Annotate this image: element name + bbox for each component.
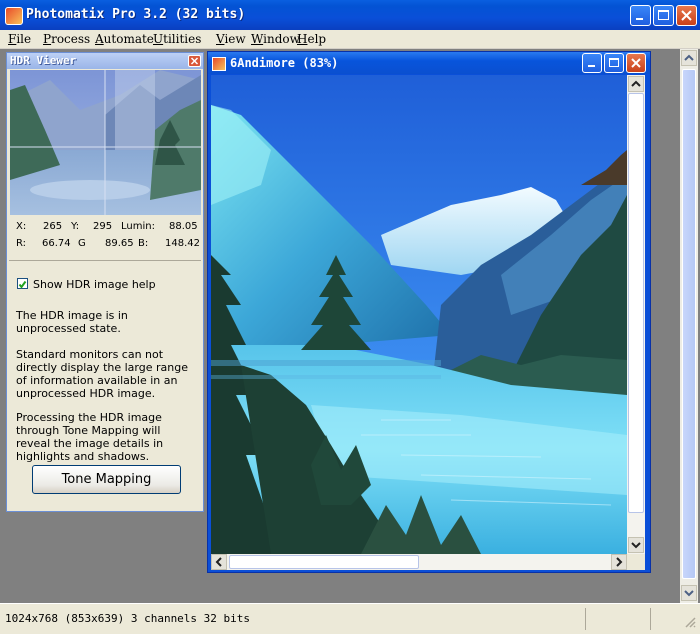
divider bbox=[9, 260, 201, 261]
app-icon[interactable] bbox=[5, 7, 23, 25]
image-horizontal-scrollbar[interactable] bbox=[211, 554, 627, 570]
status-separator bbox=[650, 608, 651, 630]
hdr-viewer-title: HDR Viewer bbox=[10, 54, 77, 67]
menu-view[interactable]: View bbox=[216, 32, 246, 46]
image-scroll-right-button[interactable] bbox=[611, 554, 627, 570]
close-button[interactable] bbox=[676, 5, 697, 26]
image-vertical-thumb[interactable] bbox=[628, 93, 644, 513]
hdr-viewer-panel: HDR Viewer X: 265 Y: 295 Lumin: 88.05 R:… bbox=[6, 52, 204, 512]
app-title-bar[interactable]: Photomatix Pro 3.2 (32 bits) bbox=[0, 0, 700, 30]
menu-file[interactable]: File bbox=[8, 32, 31, 46]
hdr-viewer-close-button[interactable] bbox=[188, 55, 201, 67]
image-window-title-bar[interactable]: 6Andimore (83%) bbox=[208, 52, 650, 74]
b-label: B: bbox=[138, 238, 149, 249]
x-value: 265 bbox=[43, 221, 63, 232]
show-help-checkbox[interactable] bbox=[17, 278, 28, 289]
menu-bar: File Process Automate Utilities View Win… bbox=[0, 30, 700, 49]
help-text-processing: Processing the HDR image through Tone Ma… bbox=[16, 411, 164, 463]
g-value: 89.65 bbox=[105, 238, 134, 249]
status-separator bbox=[585, 608, 586, 630]
image-minimize-button[interactable] bbox=[582, 53, 602, 73]
image-maximize-button[interactable] bbox=[604, 53, 624, 73]
image-vertical-scrollbar[interactable] bbox=[627, 75, 645, 554]
image-scroll-up-button[interactable] bbox=[628, 76, 644, 92]
lumin-value: 88.05 bbox=[169, 221, 198, 232]
hdr-viewer-title-bar[interactable]: HDR Viewer bbox=[7, 53, 203, 69]
image-window-title: 6Andimore (83%) bbox=[230, 56, 339, 70]
image-window: 6Andimore (83%) bbox=[207, 51, 651, 573]
image-horizontal-thumb[interactable] bbox=[229, 555, 419, 569]
y-value: 295 bbox=[93, 221, 113, 232]
r-value: 66.74 bbox=[42, 238, 71, 249]
image-window-icon[interactable] bbox=[212, 57, 226, 71]
lumin-label: Lumin: bbox=[121, 221, 155, 232]
status-text: 1024x768 (853x639) 3 channels 32 bits bbox=[5, 612, 251, 625]
menu-utilities[interactable]: Utilities bbox=[153, 32, 201, 46]
image-scroll-left-button[interactable] bbox=[211, 554, 227, 570]
help-text-monitors: Standard monitors can not directly displ… bbox=[16, 348, 188, 400]
tone-mapping-button[interactable]: Tone Mapping bbox=[32, 465, 181, 494]
workspace-scrollbar[interactable] bbox=[680, 49, 698, 603]
hdr-preview-thumbnail[interactable] bbox=[10, 70, 201, 215]
status-bar: 1024x768 (853x639) 3 channels 32 bits bbox=[0, 603, 700, 634]
menu-process[interactable]: Process bbox=[43, 32, 90, 46]
resize-grip-icon[interactable] bbox=[684, 616, 696, 628]
maximize-button[interactable] bbox=[653, 5, 674, 26]
menu-automate[interactable]: Automate bbox=[95, 32, 154, 46]
minimize-button[interactable] bbox=[630, 5, 651, 26]
b-value: 148.42 bbox=[165, 238, 200, 249]
menu-help[interactable]: Help bbox=[297, 32, 326, 46]
image-close-button[interactable] bbox=[626, 53, 646, 73]
image-scroll-down-button[interactable] bbox=[628, 537, 644, 553]
app-title: Photomatix Pro 3.2 (32 bits) bbox=[26, 7, 246, 22]
scroll-down-button[interactable] bbox=[681, 585, 697, 601]
menu-window[interactable]: Window bbox=[251, 32, 300, 46]
help-text-state: The HDR image is in unprocessed state. bbox=[16, 309, 128, 335]
scroll-up-button[interactable] bbox=[681, 50, 697, 66]
hdr-image-canvas[interactable] bbox=[211, 75, 627, 554]
x-label: X: bbox=[16, 221, 27, 232]
scroll-corner bbox=[627, 554, 645, 570]
g-label: G bbox=[78, 238, 86, 249]
y-label: Y: bbox=[71, 221, 80, 232]
show-help-label[interactable]: Show HDR image help bbox=[33, 278, 156, 291]
r-label: R: bbox=[16, 238, 27, 249]
workspace-scroll-thumb[interactable] bbox=[682, 69, 696, 579]
